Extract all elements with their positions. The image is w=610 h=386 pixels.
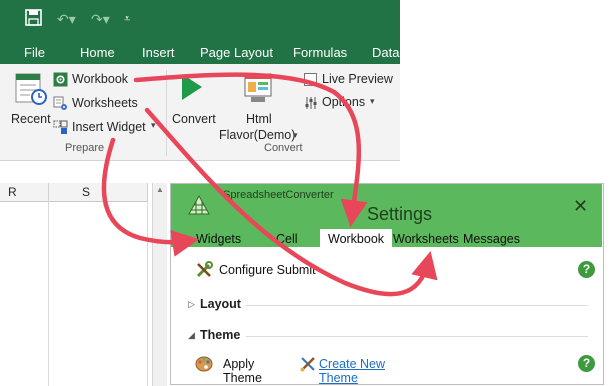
- prepare-group-label: Prepare: [65, 142, 105, 154]
- tab-data[interactable]: Data: [372, 45, 399, 60]
- tab-worksheets[interactable]: Worksheets: [393, 232, 459, 246]
- flavor-chevron-down-icon: ▾: [293, 130, 298, 140]
- worksheets-label: Worksheets: [72, 96, 138, 110]
- recent-icon: [14, 72, 48, 111]
- collapsed-triangle-icon: ▷: [188, 299, 195, 309]
- configure-submit-label: Configure Submit: [219, 263, 316, 277]
- live-preview-label: Live Preview: [322, 72, 393, 86]
- apply-theme-label: Apply Theme: [223, 357, 262, 385]
- group-divider: [166, 70, 167, 156]
- tab-insert[interactable]: Insert: [142, 45, 175, 60]
- excel-ribbon-window: ↶▾ ↷▾ ⩡ File Home Insert Page Layout For…: [0, 0, 400, 161]
- title-bar: ↶▾ ↷▾ ⩡: [0, 0, 400, 40]
- theme-section-label: Theme: [200, 328, 241, 342]
- tab-page-layout[interactable]: Page Layout: [200, 45, 273, 60]
- palette-icon: [195, 355, 213, 378]
- tab-workbook[interactable]: Workbook: [320, 229, 393, 251]
- undo-icon[interactable]: ↶▾: [57, 11, 76, 28]
- convert-label: Convert: [172, 112, 216, 126]
- options-label: Options: [322, 95, 366, 109]
- grid-line: [48, 201, 49, 386]
- brush-icon: [299, 355, 317, 378]
- options-chevron-down-icon: ▾: [370, 96, 375, 106]
- tab-cell[interactable]: Cell: [276, 232, 298, 246]
- apply-theme-button[interactable]: Apply Theme: [195, 354, 289, 385]
- expanded-triangle-icon: ◢: [188, 330, 195, 340]
- apply-theme-row: Apply Theme Create New Theme ?: [193, 354, 595, 385]
- html-flavor-icon: [243, 72, 273, 109]
- convert-button[interactable]: Convert: [170, 70, 218, 130]
- gear-icon: [53, 72, 68, 92]
- section-divider: [246, 336, 588, 337]
- chevron-down-icon: ▾: [151, 120, 156, 130]
- column-label: R: [8, 185, 17, 199]
- ribbon-body: Recent Workbook Worksheets Insert Widget…: [0, 64, 400, 161]
- vertical-scrollbar[interactable]: ▲: [152, 183, 167, 386]
- column-header-s[interactable]: S: [49, 183, 148, 202]
- create-new-theme-label: Create New Theme: [319, 357, 385, 385]
- redo-icon[interactable]: ↷▾: [91, 11, 110, 28]
- insert-widget-label: Insert Widget: [72, 120, 146, 134]
- brand-name: SpreadsheetConverter: [223, 189, 334, 201]
- sliders-icon: [304, 96, 318, 115]
- theme-section-header[interactable]: ◢ Theme: [186, 327, 590, 345]
- help-icon[interactable]: ?: [578, 355, 595, 372]
- section-divider: [246, 305, 588, 306]
- insert-widget-icon: [53, 120, 68, 140]
- column-label: S: [82, 185, 91, 199]
- ribbon-tab-bar: File Home Insert Page Layout Formulas Da…: [0, 40, 400, 64]
- pane-title: Settings: [367, 204, 433, 224]
- configure-submit-row[interactable]: Configure Submit ?: [193, 260, 595, 280]
- checkbox-icon: [304, 73, 317, 86]
- convert-group-label: Convert: [264, 142, 303, 154]
- layout-section-label: Layout: [200, 297, 241, 311]
- grid-line: [147, 201, 148, 386]
- close-icon[interactable]: ✕: [573, 196, 588, 217]
- worksheets-gear-icon: [53, 96, 68, 116]
- recent-button[interactable]: Recent: [8, 70, 51, 130]
- column-header-r[interactable]: R: [0, 183, 49, 202]
- workbook-label: Workbook: [72, 72, 129, 86]
- create-new-theme-link[interactable]: Create New Theme: [299, 354, 419, 385]
- spreadsheetconverter-logo-icon: [185, 192, 213, 223]
- tab-messages[interactable]: Messages: [463, 232, 520, 246]
- play-icon: [180, 72, 204, 107]
- tools-icon: [195, 261, 213, 284]
- recent-label: Recent: [11, 112, 51, 126]
- flavor-label[interactable]: Flavor(Demo): [219, 128, 295, 142]
- scroll-up-icon[interactable]: ▲: [156, 185, 164, 194]
- tab-file[interactable]: File: [24, 45, 45, 60]
- tab-widgets[interactable]: Widgets: [196, 232, 241, 246]
- customize-icon[interactable]: ⩡: [124, 13, 130, 26]
- layout-section-header[interactable]: ▷ Layout: [186, 296, 590, 314]
- html-label: Html: [246, 112, 272, 126]
- tab-home[interactable]: Home: [80, 45, 115, 60]
- tab-formulas[interactable]: Formulas: [293, 45, 347, 60]
- help-icon[interactable]: ?: [578, 261, 595, 278]
- save-icon[interactable]: [25, 9, 42, 29]
